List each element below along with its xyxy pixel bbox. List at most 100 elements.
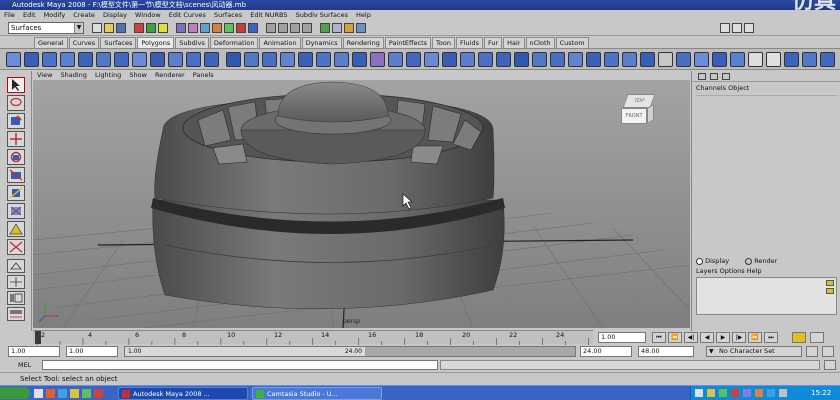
poly-soccer-ball-icon[interactable] — [186, 52, 201, 67]
taskbar-item-camtasia[interactable]: Camtasia Studio - U... — [252, 387, 382, 400]
tab-custom[interactable]: Custom — [555, 37, 589, 48]
quick-launch-icon[interactable] — [46, 389, 55, 398]
new-scene-icon[interactable] — [92, 23, 102, 33]
menu-create[interactable]: Create — [73, 11, 95, 19]
menu-edit-nurbs[interactable]: Edit NURBS — [250, 11, 287, 19]
layers-menu[interactable]: Layers — [696, 267, 718, 275]
mask-icon[interactable] — [200, 23, 210, 33]
start-button[interactable] — [0, 387, 30, 399]
mel-input[interactable] — [42, 360, 438, 370]
tray-icon[interactable] — [779, 389, 787, 397]
offset-edge-loop-icon[interactable] — [460, 52, 475, 67]
select-tool-icon[interactable] — [7, 77, 25, 93]
options-menu[interactable]: Options — [720, 267, 745, 275]
panel-menu-lighting[interactable]: Lighting — [95, 71, 121, 79]
spherical-map-icon[interactable] — [820, 52, 835, 67]
snap-point-icon[interactable] — [290, 23, 300, 33]
time-slider[interactable]: 2 4 6 8 10 12 14 16 18 20 22 24 — [33, 330, 593, 345]
menu-subdiv-surfaces[interactable]: Subdiv Surfaces — [296, 11, 348, 19]
tool-settings-icon[interactable] — [732, 23, 742, 33]
collapse-icon[interactable] — [532, 52, 547, 67]
menu-set-select[interactable]: Surfaces ▼ — [8, 22, 84, 34]
select-component-icon[interactable] — [158, 23, 168, 33]
taskbar-item-maya[interactable]: Autodesk Maya 2008 ... — [118, 387, 248, 400]
end-time-field[interactable]: 48.00 — [638, 346, 694, 357]
range-slider[interactable]: 1.00 24.00 — [124, 346, 576, 357]
mask-icon[interactable] — [176, 23, 186, 33]
render-icon[interactable] — [332, 23, 342, 33]
chamfer-icon[interactable] — [496, 52, 511, 67]
render-settings-icon[interactable] — [356, 23, 366, 33]
poly-prism-icon[interactable] — [114, 52, 129, 67]
view-cube-front[interactable]: FRONT — [621, 108, 647, 124]
mask-icon[interactable] — [212, 23, 222, 33]
mask-icon[interactable] — [224, 23, 234, 33]
view-cube[interactable]: TOP FRONT — [621, 94, 656, 126]
menu-modify[interactable]: Modify — [44, 11, 66, 19]
snap-curve-icon[interactable] — [278, 23, 288, 33]
render-radio[interactable] — [745, 257, 753, 265]
channel-box-icon[interactable] — [744, 23, 754, 33]
tab-fur[interactable]: Fur — [483, 37, 503, 48]
boolean-union-icon[interactable] — [298, 52, 313, 67]
move-tool-icon[interactable] — [7, 131, 25, 147]
playback-end-field[interactable]: 24.00 — [580, 346, 632, 357]
panel-menu-renderer[interactable]: Renderer — [155, 71, 185, 79]
start-time-field[interactable]: 1.00 — [8, 346, 60, 357]
merge-icon[interactable] — [514, 52, 529, 67]
play-forwards-icon[interactable]: ▶ — [716, 332, 730, 343]
step-forward-frame-icon[interactable]: |▶ — [732, 332, 746, 343]
separate-icon[interactable] — [244, 52, 259, 67]
insert-edge-loop-icon[interactable] — [442, 52, 457, 67]
poly-sphere-icon[interactable] — [6, 52, 21, 67]
tray-icon[interactable] — [707, 389, 715, 397]
cylindrical-map-icon[interactable] — [802, 52, 817, 67]
panel-menu-show[interactable]: Show — [129, 71, 147, 79]
bridge-icon[interactable] — [388, 52, 403, 67]
lasso-tool-icon[interactable] — [7, 95, 25, 111]
tab-surfaces[interactable]: Surfaces — [100, 37, 137, 48]
object-menu[interactable]: Object — [728, 84, 749, 92]
panel-menu-view[interactable]: View — [37, 71, 52, 79]
persp-graph-layout-icon[interactable] — [7, 307, 25, 321]
harden-edge-icon[interactable] — [730, 52, 745, 67]
tray-icon[interactable] — [767, 389, 775, 397]
quick-launch-icon[interactable] — [58, 389, 67, 398]
perspective-viewport[interactable]: TOP FRONT persp — [33, 80, 690, 328]
tray-icon[interactable] — [719, 389, 727, 397]
bevel-icon[interactable] — [478, 52, 493, 67]
character-set-menu[interactable]: ▼ No Character Set — [706, 346, 802, 357]
layout-icon[interactable] — [710, 73, 718, 80]
tab-rendering[interactable]: Rendering — [342, 37, 384, 48]
play-backwards-icon[interactable]: ◀ — [700, 332, 714, 343]
playback-start-field[interactable]: 1.00 — [66, 346, 118, 357]
extract-icon[interactable] — [262, 52, 277, 67]
layer-list[interactable] — [696, 277, 837, 315]
step-back-frame-icon[interactable]: ◀| — [684, 332, 698, 343]
planar-map-icon[interactable] — [784, 52, 799, 67]
tab-polygons[interactable]: Polygons — [137, 37, 175, 48]
tab-animation[interactable]: Animation — [259, 37, 301, 48]
layout-icon[interactable] — [722, 73, 730, 80]
tab-hair[interactable]: Hair — [503, 37, 525, 48]
snap-view-plane-icon[interactable] — [302, 23, 312, 33]
boolean-difference-icon[interactable] — [316, 52, 331, 67]
help-menu[interactable]: Help — [747, 267, 762, 275]
poly-cube-icon[interactable] — [24, 52, 39, 67]
quick-launch-icon[interactable] — [82, 389, 91, 398]
layout-icon[interactable] — [698, 73, 706, 80]
menu-surfaces[interactable]: Surfaces — [214, 11, 242, 19]
poly-helix-icon[interactable] — [168, 52, 183, 67]
step-back-key-icon[interactable]: ⏪ — [668, 332, 682, 343]
extrude-icon[interactable] — [370, 52, 385, 67]
tab-painteffects[interactable]: PaintEffects — [384, 37, 432, 48]
ipr-render-icon[interactable] — [344, 23, 354, 33]
tray-icon[interactable] — [755, 389, 763, 397]
rotate-tool-icon[interactable] — [7, 149, 25, 165]
mask-icon[interactable] — [248, 23, 258, 33]
poly-torus-icon[interactable] — [96, 52, 111, 67]
channels-menu[interactable]: Channels — [696, 84, 726, 92]
normals-icon[interactable] — [694, 52, 709, 67]
tab-deformation[interactable]: Deformation — [209, 37, 259, 48]
select-object-icon[interactable] — [146, 23, 156, 33]
